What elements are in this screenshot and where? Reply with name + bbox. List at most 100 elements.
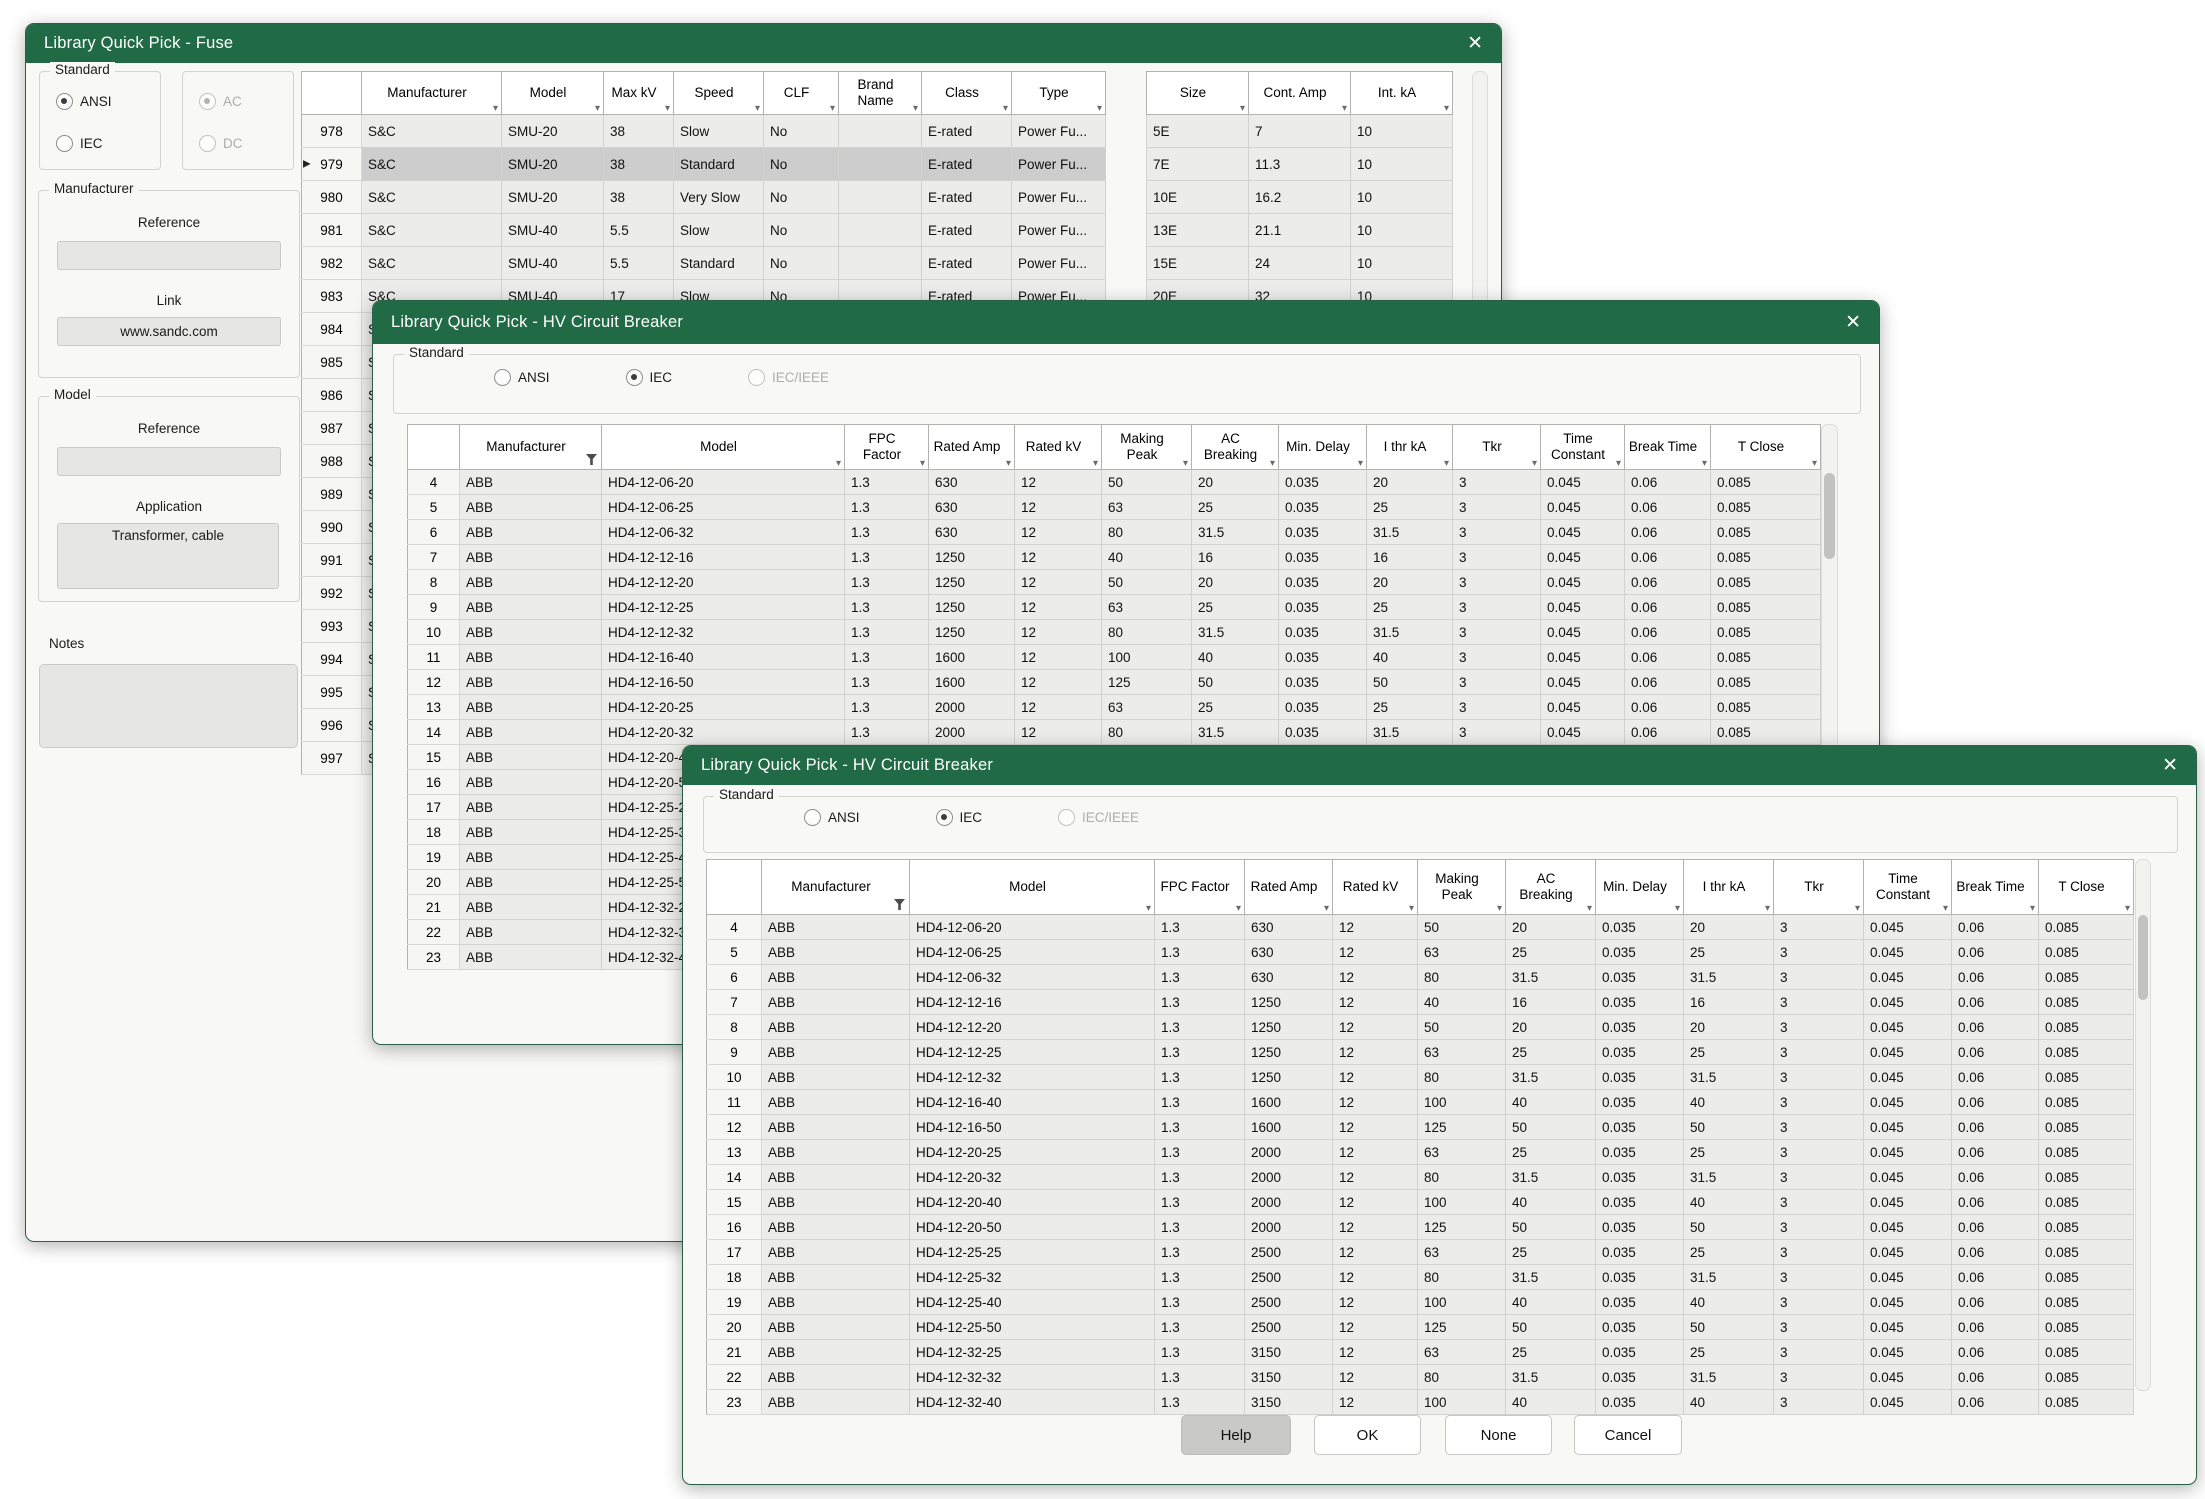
table-cell[interactable]: HD4-12-06-32 bbox=[910, 965, 1155, 990]
column-header-making-peak[interactable]: Making Peak▾ bbox=[1418, 860, 1506, 915]
table-cell[interactable]: ABB bbox=[762, 990, 910, 1015]
table-cell[interactable]: HD4-12-20-50 bbox=[910, 1215, 1155, 1240]
table-cell[interactable]: 0.085 bbox=[1711, 620, 1821, 645]
table-cell[interactable]: ABB bbox=[762, 1065, 910, 1090]
table-cell[interactable]: 12 bbox=[1015, 720, 1102, 745]
table-cell[interactable]: 3150 bbox=[1245, 1390, 1333, 1415]
table-cell[interactable]: 15E bbox=[1147, 247, 1249, 280]
table-cell[interactable]: 0.06 bbox=[1952, 1140, 2039, 1165]
table-cell[interactable]: 0.045 bbox=[1864, 1290, 1952, 1315]
table-cell[interactable]: 12 bbox=[1333, 1265, 1418, 1290]
scrollbar-thumb[interactable] bbox=[1824, 473, 1835, 559]
table-cell[interactable]: 3 bbox=[1774, 915, 1864, 940]
table-cell[interactable]: SMU-20 bbox=[502, 148, 604, 181]
table-row[interactable]: 980S&CSMU-2038Very SlowNoE-ratedPower Fu… bbox=[302, 181, 1106, 214]
table-cell[interactable]: 3 bbox=[1774, 1065, 1864, 1090]
table-cell[interactable]: 3 bbox=[1774, 1140, 1864, 1165]
table-cell[interactable]: 12 bbox=[1015, 695, 1102, 720]
table-cell[interactable]: 40 bbox=[1102, 545, 1192, 570]
table-cell[interactable]: 40 bbox=[1418, 990, 1506, 1015]
column-header-break-time[interactable]: Break Time▾ bbox=[1625, 425, 1711, 470]
table-cell[interactable]: 3 bbox=[1774, 1115, 1864, 1140]
table-cell[interactable]: 1.3 bbox=[1155, 965, 1245, 990]
table-cell[interactable]: 0.085 bbox=[2039, 1390, 2134, 1415]
table-cell[interactable]: 25 bbox=[1192, 695, 1279, 720]
table-cell[interactable]: 2000 bbox=[929, 695, 1015, 720]
table-row[interactable]: 7ABBHD4-12-12-161.312501240160.0351630.0… bbox=[707, 990, 2134, 1015]
table-cell[interactable]: 24 bbox=[1249, 247, 1351, 280]
table-cell[interactable]: 0.045 bbox=[1864, 1390, 1952, 1415]
table-cell[interactable]: 80 bbox=[1418, 1365, 1506, 1390]
table-cell[interactable]: 12 bbox=[1333, 1090, 1418, 1115]
table-cell[interactable]: 25 bbox=[1684, 940, 1774, 965]
table-cell[interactable]: 0.085 bbox=[2039, 1290, 2134, 1315]
filter-funnel-icon[interactable] bbox=[586, 454, 597, 465]
table-cell[interactable]: 630 bbox=[1245, 940, 1333, 965]
table-cell[interactable]: 12 bbox=[1333, 1115, 1418, 1140]
table-cell[interactable]: ABB bbox=[762, 1340, 910, 1365]
sort-arrow-icon[interactable]: ▾ bbox=[1006, 458, 1011, 470]
table-cell[interactable]: 12 bbox=[1333, 1165, 1418, 1190]
table-cell[interactable]: 0.045 bbox=[1864, 1115, 1952, 1140]
table-cell[interactable]: 0.06 bbox=[1952, 1215, 2039, 1240]
table-cell[interactable]: 1.3 bbox=[845, 570, 929, 595]
column-header-type[interactable]: Type▾ bbox=[1012, 72, 1106, 115]
sort-arrow-icon[interactable]: ▾ bbox=[1444, 458, 1449, 470]
column-header-break-time[interactable]: Break Time▾ bbox=[1952, 860, 2039, 915]
table-cell[interactable]: 0.035 bbox=[1596, 1190, 1684, 1215]
table-cell[interactable]: 100 bbox=[1418, 1090, 1506, 1115]
notes-textarea[interactable] bbox=[39, 664, 298, 748]
table-cell[interactable]: 0.085 bbox=[1711, 720, 1821, 745]
table-cell[interactable]: HD4-12-12-20 bbox=[602, 570, 845, 595]
table-cell[interactable]: ABB bbox=[460, 820, 602, 845]
table-cell[interactable]: 40 bbox=[1684, 1190, 1774, 1215]
table-cell[interactable]: HD4-12-20-32 bbox=[910, 1165, 1155, 1190]
table-cell[interactable]: 0.035 bbox=[1596, 1140, 1684, 1165]
table-cell[interactable]: 20 bbox=[1192, 570, 1279, 595]
table-cell[interactable]: 38 bbox=[604, 148, 674, 181]
table-row[interactable]: 22ABBHD4-12-32-321.33150128031.50.03531.… bbox=[707, 1365, 2134, 1390]
table-cell[interactable]: 12 bbox=[1333, 1190, 1418, 1215]
scrollbar-thumb[interactable] bbox=[2138, 915, 2148, 1000]
table-cell[interactable]: HD4-12-20-25 bbox=[910, 1140, 1155, 1165]
table-cell[interactable]: 1.3 bbox=[1155, 990, 1245, 1015]
table-cell[interactable]: 630 bbox=[929, 495, 1015, 520]
sort-arrow-icon[interactable]: ▾ bbox=[1183, 458, 1188, 470]
table-cell[interactable]: 1.3 bbox=[1155, 1065, 1245, 1090]
table-cell[interactable]: 0.035 bbox=[1596, 965, 1684, 990]
table-cell[interactable]: 0.085 bbox=[2039, 1215, 2134, 1240]
table-cell[interactable]: HD4-12-20-25 bbox=[602, 695, 845, 720]
table-cell[interactable]: ABB bbox=[762, 1190, 910, 1215]
table-cell[interactable]: 3 bbox=[1774, 1165, 1864, 1190]
table-cell[interactable]: 16 bbox=[1506, 990, 1596, 1015]
table-cell[interactable]: 10 bbox=[1351, 214, 1453, 247]
table-cell[interactable]: 2500 bbox=[1245, 1240, 1333, 1265]
table-cell[interactable]: 12 bbox=[1333, 1215, 1418, 1240]
table-cell[interactable]: 80 bbox=[1418, 1165, 1506, 1190]
table-cell[interactable]: 38 bbox=[604, 115, 674, 148]
table-cell[interactable]: HD4-12-25-40 bbox=[910, 1290, 1155, 1315]
table-cell[interactable]: ABB bbox=[762, 1040, 910, 1065]
table-cell[interactable]: 25 bbox=[1684, 1140, 1774, 1165]
table-cell[interactable]: 0.06 bbox=[1625, 595, 1711, 620]
table-cell[interactable]: 0.085 bbox=[1711, 545, 1821, 570]
table-cell[interactable]: 50 bbox=[1684, 1315, 1774, 1340]
column-header-t-close[interactable]: T Close▾ bbox=[1711, 425, 1821, 470]
table-cell[interactable]: ABB bbox=[460, 470, 602, 495]
table-cell[interactable]: 80 bbox=[1102, 620, 1192, 645]
table-cell[interactable]: HD4-12-20-32 bbox=[602, 720, 845, 745]
table-cell[interactable]: 1.3 bbox=[1155, 940, 1245, 965]
table-cell[interactable]: 0.085 bbox=[2039, 1040, 2134, 1065]
filter-funnel-icon[interactable] bbox=[894, 899, 905, 910]
table-cell[interactable] bbox=[839, 181, 922, 214]
table-cell[interactable]: 63 bbox=[1418, 1040, 1506, 1065]
sort-arrow-icon[interactable]: ▾ bbox=[2125, 903, 2130, 915]
table-cell[interactable]: 0.035 bbox=[1596, 1065, 1684, 1090]
table-row[interactable]: 14ABBHD4-12-20-321.32000128031.50.03531.… bbox=[707, 1165, 2134, 1190]
table-cell[interactable]: ABB bbox=[460, 545, 602, 570]
table-row[interactable]: 981S&CSMU-405.5SlowNoE-ratedPower Fu... bbox=[302, 214, 1106, 247]
table-row[interactable]: 5ABBHD4-12-06-251.36301263250.0352530.04… bbox=[707, 940, 2134, 965]
table-cell[interactable]: 12 bbox=[1333, 1240, 1418, 1265]
table-cell[interactable]: Standard bbox=[674, 247, 764, 280]
table-cell[interactable]: 0.035 bbox=[1596, 940, 1684, 965]
